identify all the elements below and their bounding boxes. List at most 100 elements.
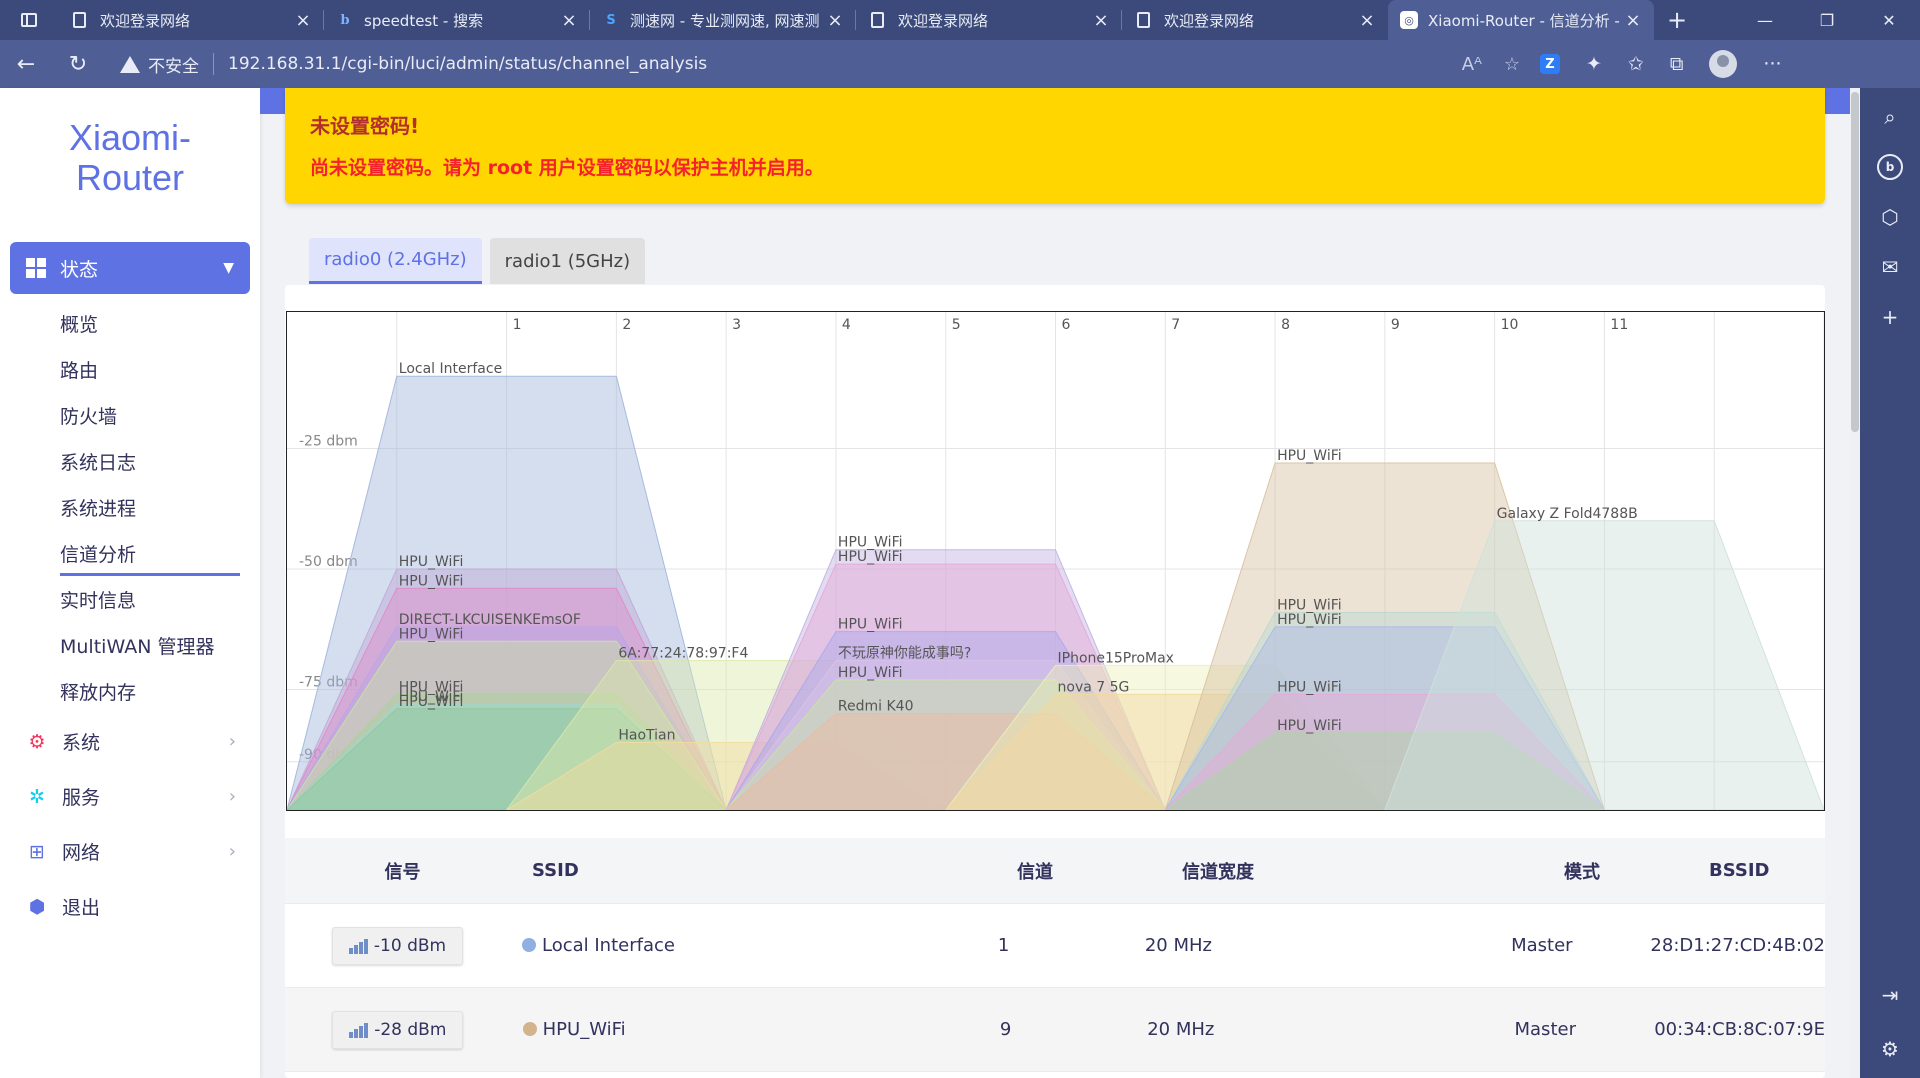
new-tab-icon[interactable]: + (1654, 6, 1700, 34)
close-tab-icon[interactable]: × (294, 10, 312, 31)
sidebar-item-overview[interactable]: 概览 (60, 310, 98, 337)
sidebar-item-multiwan[interactable]: MultiWAN 管理器 (60, 632, 214, 659)
signal-badge[interactable]: -10 dBm (331, 926, 464, 965)
add-icon[interactable]: + (1877, 304, 1903, 330)
col-width: 信道宽度 (1182, 861, 1254, 883)
series-label: HPU_WiFi (838, 617, 903, 633)
sidebar-item-free-memory[interactable]: 释放内存 (60, 678, 136, 705)
browser-tab-bar: 欢迎登录网络 × b speedtest - 搜索 × S 测速网 - 专业测网… (0, 0, 1920, 40)
close-tab-icon[interactable]: × (826, 10, 844, 31)
browser-tab[interactable]: 欢迎登录网络 × (856, 0, 1122, 40)
page-scrollbar[interactable] (1850, 88, 1860, 1078)
sidebar-item-syslog[interactable]: 系统日志 (60, 448, 136, 475)
sidebar-item-realtime[interactable]: 实时信息 (60, 586, 136, 613)
sidebar-item-channel-analysis[interactable]: 信道分析 (60, 540, 240, 576)
x-tick-label: 3 (732, 317, 741, 333)
menu-network[interactable]: ⊞ 网络 › (26, 838, 236, 865)
copilot-icon[interactable]: b (1877, 154, 1903, 180)
browser-tab[interactable]: 欢迎登录网络 × (1122, 0, 1388, 40)
menu-system[interactable]: ⚙ 系统 › (26, 728, 236, 755)
series-label: HPU_WiFi (399, 694, 464, 710)
series-label: HPU_WiFi (1277, 679, 1342, 695)
series-label: Galaxy Z Fold4788B (1497, 506, 1638, 522)
browser-tab[interactable]: S 测速网 - 专业测网速, 网速测 × (590, 0, 856, 40)
x-tick-label: 2 (622, 317, 631, 333)
series-label: HPU_WiFi (399, 626, 464, 642)
series-label: HPU_WiFi (1277, 448, 1342, 464)
browser-tab-active[interactable]: ◎ Xiaomi-Router - 信道分析 - × (1388, 0, 1654, 40)
ssid-color-dot (522, 938, 536, 952)
close-tab-icon[interactable]: × (1358, 10, 1376, 31)
x-tick-label: 7 (1171, 317, 1180, 333)
read-aloud-icon[interactable]: Aᴬ (1462, 54, 1482, 75)
page-icon (871, 12, 884, 28)
brand-logo[interactable]: Xiaomi- Router (0, 118, 260, 198)
series-label: HPU_WiFi (1277, 612, 1342, 628)
games-icon[interactable]: ⬡ (1877, 204, 1903, 230)
width-value: 20 MHz (1147, 1019, 1215, 1040)
tab-actions-icon (21, 13, 37, 27)
close-window-icon[interactable]: ✕ (1858, 11, 1920, 30)
series-label: HPU_WiFi (838, 665, 903, 681)
browser-tab[interactable]: b speedtest - 搜索 × (324, 0, 590, 40)
mode-value: Master (1514, 1019, 1576, 1040)
avatar[interactable] (1709, 50, 1738, 78)
collections-icon[interactable]: ⧉ (1670, 53, 1684, 75)
signal-icon (349, 1022, 369, 1038)
x-tick-label: 8 (1281, 317, 1290, 333)
signal-value: -10 dBm (373, 935, 447, 956)
menu-services[interactable]: ✲ 服务 › (26, 783, 236, 810)
tab-title: 欢迎登录网络 (898, 11, 989, 30)
url-text[interactable]: 192.168.31.1/cgi-bin/luci/admin/status/c… (228, 54, 707, 74)
menu-label: 退出 (62, 897, 101, 919)
series-label: HaoTian (618, 728, 675, 744)
minimize-icon[interactable]: — (1734, 11, 1796, 30)
close-tab-icon[interactable]: × (1092, 10, 1110, 31)
col-ssid: SSID (532, 860, 579, 881)
series-label: Redmi K40 (838, 699, 914, 715)
tab-title: Xiaomi-Router - 信道分析 - (1428, 11, 1620, 30)
favorite-add-icon[interactable]: ☆ (1504, 54, 1520, 75)
outlook-icon[interactable]: ✉ (1877, 254, 1903, 280)
back-icon[interactable]: ← (0, 52, 52, 77)
width-value: 20 MHz (1144, 935, 1212, 956)
x-tick-label: 6 (1062, 317, 1071, 333)
tab-actions-button[interactable] (0, 0, 58, 40)
scrollbar-thumb[interactable] (1851, 92, 1859, 432)
tab-title: speedtest - 搜索 (364, 11, 484, 30)
tab-title: 欢迎登录网络 (1164, 11, 1255, 30)
url-field[interactable]: 不安全 192.168.31.1/cgi-bin/luci/admin/stat… (120, 47, 1540, 81)
edge-sidebar: ⌕ b ⬡ ✉ + ⇥ ⚙ (1860, 88, 1920, 1078)
extension-z-icon[interactable]: Z (1540, 54, 1560, 74)
sidebar-toggle-icon[interactable]: ⇥ (1877, 982, 1903, 1008)
table-row: -28 dBm HPU_WiFi 9 20 MHz Master 00:34:C… (285, 988, 1825, 1072)
search-icon[interactable]: ⌕ (1877, 104, 1903, 130)
security-label[interactable]: 不安全 (148, 52, 199, 77)
restore-icon[interactable]: ❐ (1796, 11, 1858, 30)
sidebar-item-processes[interactable]: 系统进程 (60, 494, 136, 521)
speedtest-icon: S (606, 12, 616, 28)
more-icon[interactable]: ··· (1763, 53, 1781, 75)
series-label: HPU_WiFi (399, 554, 464, 570)
tab-title: 欢迎登录网络 (100, 11, 191, 30)
channel-value: 9 (999, 1019, 1012, 1040)
browser-tab[interactable]: 欢迎登录网络 × (58, 0, 324, 40)
alert-title: 未设置密码! (310, 114, 420, 138)
close-tab-icon[interactable]: × (560, 10, 578, 31)
menu-logout[interactable]: ⬢ 退出 (26, 893, 236, 920)
settings-icon[interactable]: ⚙ (1877, 1036, 1903, 1062)
channel-chart: -25 dbm -50 dbm -75 dbm -90 dbm 1 2 3 4 5 6 7 8 9 10 1… (286, 311, 1825, 811)
signal-badge[interactable]: -28 dBm (332, 1010, 464, 1049)
favorites-icon[interactable]: ✩ (1628, 53, 1644, 75)
series-label: Local Interface (399, 361, 502, 377)
gear-icon: ⚙ (28, 730, 46, 753)
extensions-icon[interactable]: ✦ (1586, 53, 1602, 75)
tab-radio0[interactable]: radio0 (2.4GHz) (309, 238, 482, 284)
tab-radio1[interactable]: radio1 (5GHz) (489, 238, 646, 284)
refresh-icon[interactable]: ↻ (52, 52, 104, 77)
menu-status[interactable]: 状态 ▼ (10, 242, 250, 294)
bssid-value: 28:D1:27:CD:4B:02 (1650, 935, 1825, 956)
sidebar-item-routes[interactable]: 路由 (60, 356, 98, 383)
close-tab-icon[interactable]: × (1624, 10, 1642, 31)
sidebar-item-firewall[interactable]: 防火墙 (60, 402, 117, 429)
